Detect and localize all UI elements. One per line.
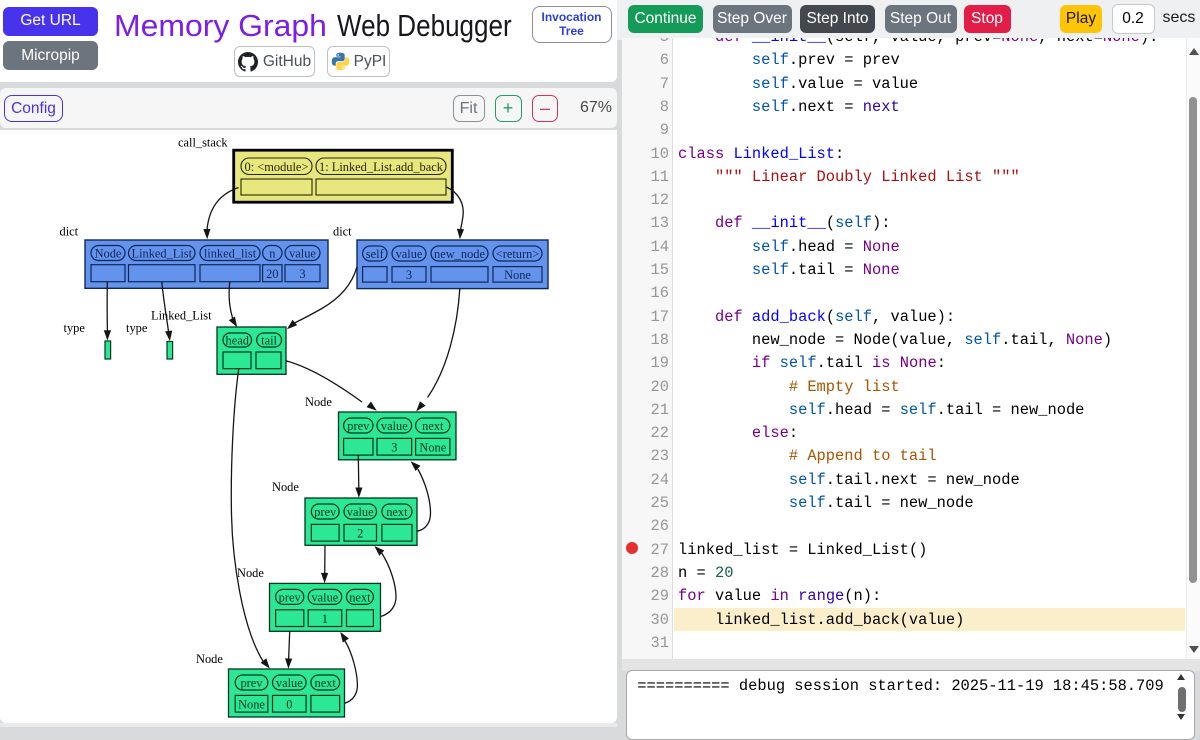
svg-text:value: value <box>396 247 423 261</box>
svg-text:call_stack: call_stack <box>178 136 228 150</box>
svg-text:next: next <box>386 505 408 519</box>
svg-text:Linked_List: Linked_List <box>132 247 193 261</box>
svg-text:0: 0 <box>286 698 292 712</box>
svg-text:0: <module>: 0: <module> <box>245 160 309 174</box>
svg-text:n: n <box>269 247 275 261</box>
svg-text:value: value <box>311 591 338 605</box>
svg-text:3: 3 <box>391 441 397 455</box>
svg-text:None: None <box>504 268 531 282</box>
svg-text:value: value <box>347 505 374 519</box>
svg-text:dict: dict <box>60 225 79 239</box>
svg-text:Node: Node <box>305 395 332 409</box>
svg-text:tail: tail <box>261 333 277 347</box>
svg-text:3: 3 <box>299 267 305 281</box>
svg-text:1: 1 <box>322 612 328 626</box>
svg-text:next: next <box>315 676 337 690</box>
svg-text:Linked_List: Linked_List <box>151 309 212 323</box>
svg-text:Node: Node <box>237 566 264 580</box>
svg-text:value: value <box>289 247 316 261</box>
svg-text:prev: prev <box>240 676 263 690</box>
svg-text:2: 2 <box>357 527 363 541</box>
svg-text:prev: prev <box>347 419 370 433</box>
svg-text:type: type <box>126 321 148 335</box>
svg-text:linked_list: linked_list <box>204 247 257 261</box>
svg-text:head: head <box>226 333 250 347</box>
svg-text:value: value <box>381 419 408 433</box>
svg-text:3: 3 <box>406 268 412 282</box>
svg-text:Node: Node <box>95 247 122 261</box>
svg-text:type: type <box>64 321 86 335</box>
svg-text:next: next <box>349 591 371 605</box>
svg-text:Node: Node <box>196 652 223 666</box>
svg-text:Node: Node <box>272 480 299 494</box>
svg-text:self: self <box>366 247 385 261</box>
svg-text:None: None <box>419 441 446 455</box>
svg-text:20: 20 <box>266 267 278 281</box>
svg-text:1: Linked_List.add_back: 1: Linked_List.add_back <box>319 160 444 174</box>
svg-text:<return>: <return> <box>496 247 540 261</box>
svg-text:new_node: new_node <box>434 247 485 261</box>
svg-text:value: value <box>276 676 303 690</box>
svg-text:prev: prev <box>314 505 337 519</box>
svg-text:next: next <box>422 419 444 433</box>
svg-text:prev: prev <box>279 591 302 605</box>
svg-text:None: None <box>238 698 265 712</box>
svg-text:dict: dict <box>333 225 352 239</box>
